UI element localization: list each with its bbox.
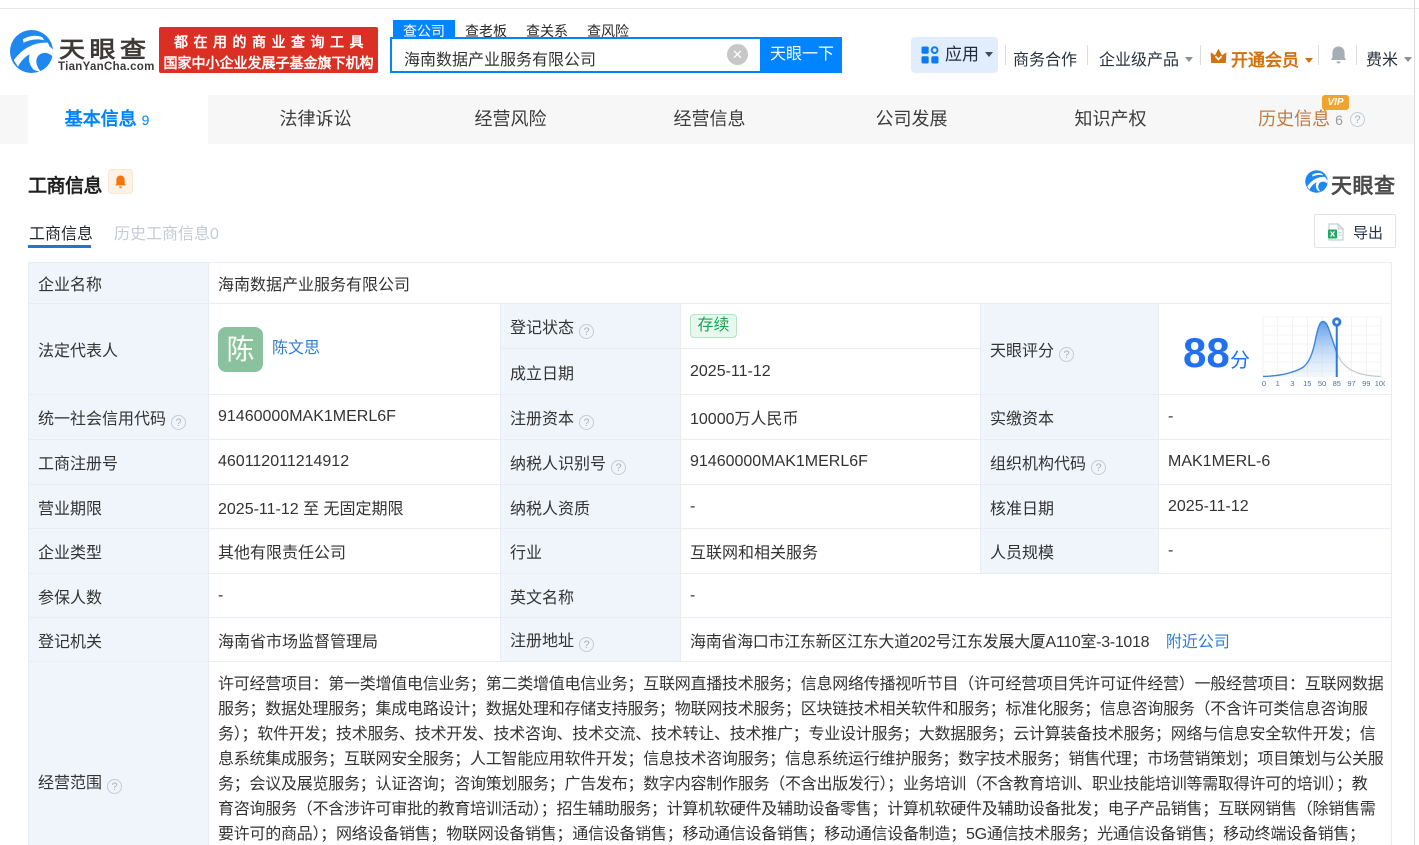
svg-text:3: 3	[1290, 379, 1294, 388]
svg-text:15: 15	[1303, 379, 1311, 388]
svg-text:100: 100	[1375, 379, 1385, 388]
svg-text:1: 1	[1276, 379, 1280, 388]
svg-text:99: 99	[1362, 379, 1370, 388]
svg-text:50: 50	[1318, 379, 1326, 388]
svg-text:97: 97	[1347, 379, 1355, 388]
svg-text:0: 0	[1262, 379, 1266, 388]
svg-text:85: 85	[1333, 379, 1341, 388]
